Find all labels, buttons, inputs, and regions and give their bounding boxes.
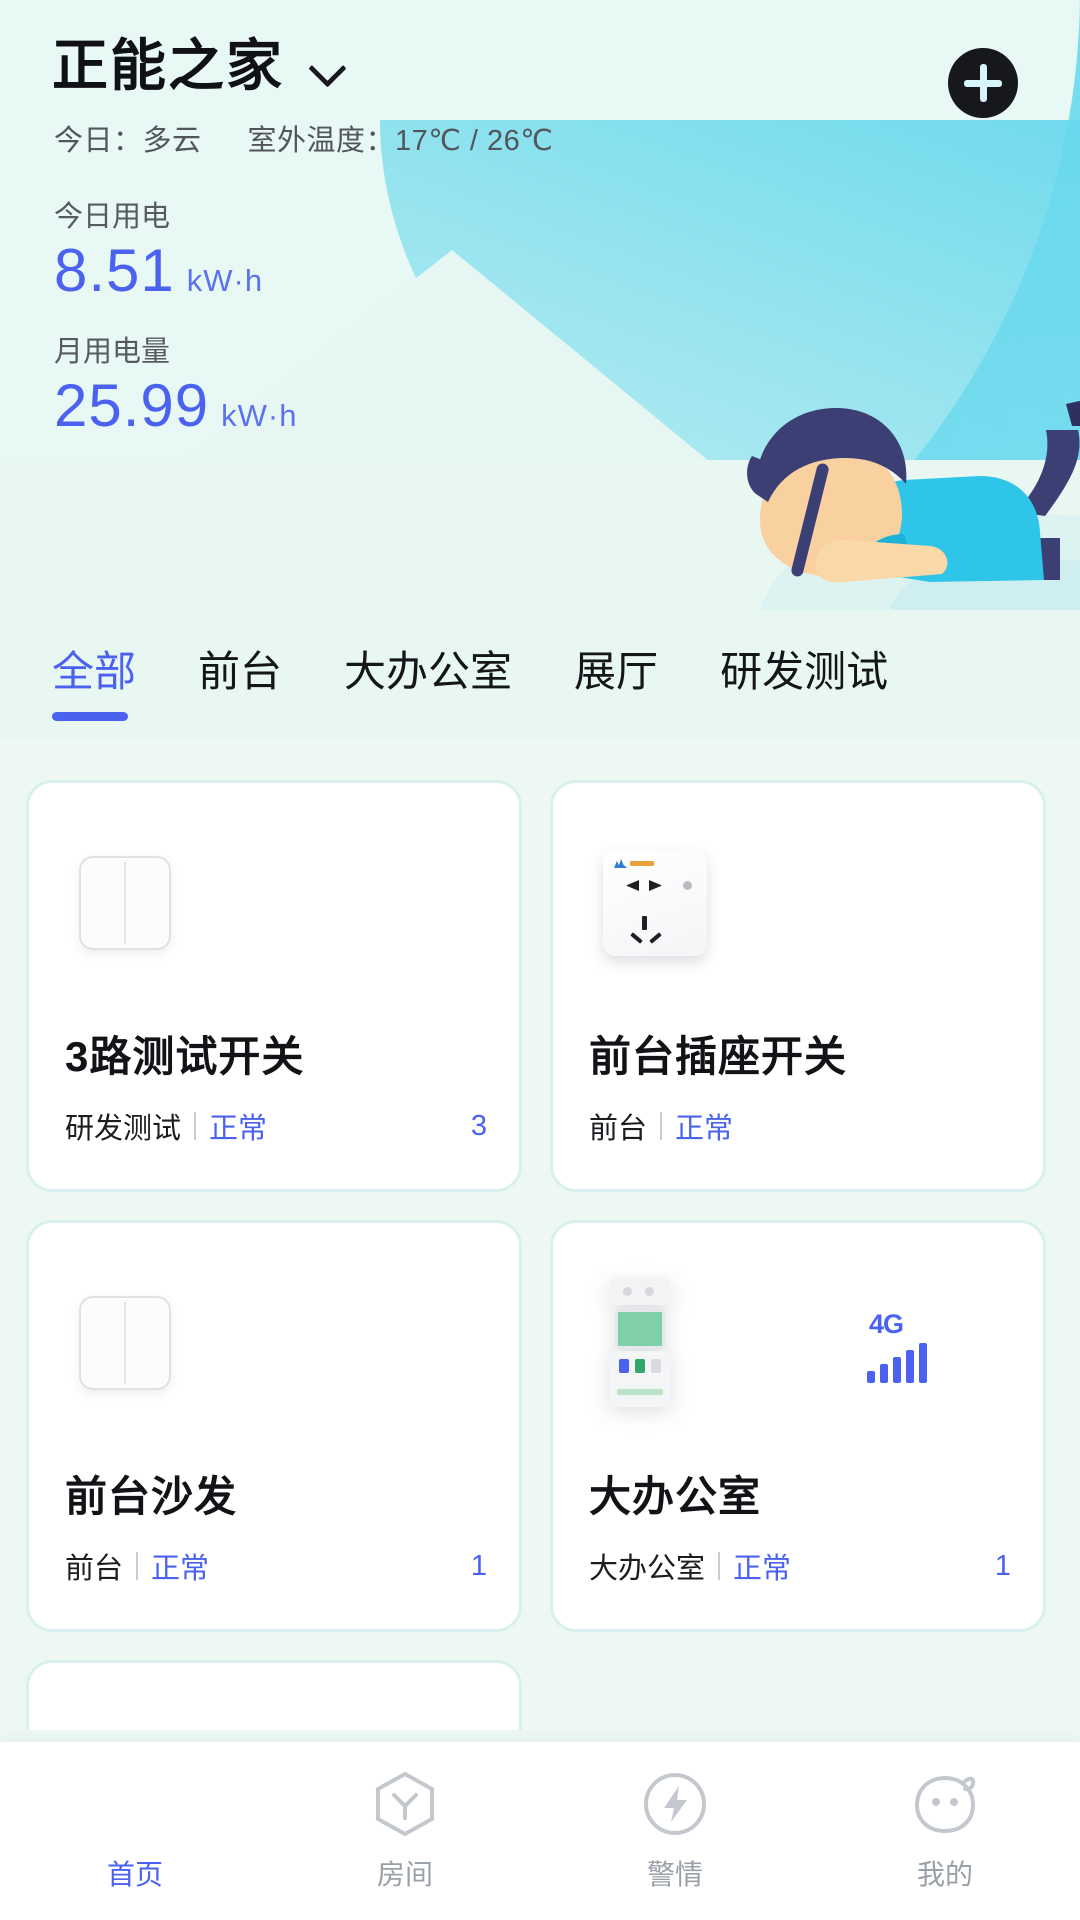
meter-terminal-right — [645, 1287, 654, 1296]
wall-switch-icon — [79, 1296, 171, 1390]
device-icon-area — [61, 1223, 487, 1463]
profile-icon — [910, 1769, 980, 1839]
device-card[interactable]: 前台插座开关 前台 正常 — [550, 780, 1046, 1192]
meter-label-strip — [617, 1389, 663, 1395]
device-list-scroll[interactable]: 3路测试开关 研发测试 正常 3 前台插座开关 前台 正常 前台沙发 前台 正常… — [0, 740, 1080, 1750]
meta-divider — [660, 1112, 663, 1140]
meter-led-3 — [651, 1359, 661, 1373]
month-usage-label: 月用电量 — [54, 336, 171, 368]
tab-front-desk[interactable]: 前台 — [172, 630, 308, 699]
page-title: 正能之家 — [52, 34, 284, 97]
home-title-row[interactable]: 正能之家 — [52, 38, 344, 94]
device-meta-row: 前台 正常 1 — [65, 1545, 487, 1587]
meter-terminal-left — [623, 1287, 632, 1296]
room-tab-bar: 全部 前台 大办公室 展厅 研发测试 — [0, 610, 1080, 740]
socket-brand-logo — [614, 859, 654, 868]
month-usage-block[interactable]: 月用电量 25.99 kW·h — [54, 328, 297, 436]
meter-body — [609, 1351, 671, 1407]
device-name: 大办公室 — [589, 1473, 762, 1520]
profile-glyph — [914, 1775, 976, 1834]
meta-divider — [194, 1112, 197, 1140]
device-icon-area — [61, 783, 487, 1023]
device-status: 正常 — [733, 1553, 792, 1585]
device-name: 前台沙发 — [65, 1473, 238, 1520]
wall-socket-icon — [603, 850, 707, 956]
month-usage-unit: kW·h — [221, 398, 298, 433]
device-count: 3 — [470, 1109, 487, 1142]
signal-bars-icon — [867, 1343, 927, 1383]
smart-meter-icon — [603, 1279, 677, 1407]
socket-hole-slant-left — [630, 932, 643, 944]
socket-hole-slant-right — [649, 932, 662, 944]
socket-hole-right — [649, 880, 662, 891]
alarm-bolt-glyph — [644, 1773, 706, 1835]
bottom-navigation-bar: 首页 房间 警情 我的 — [0, 1742, 1080, 1920]
device-card-partial[interactable] — [26, 1660, 522, 1730]
nav-label-home: 首页 — [106, 1859, 163, 1890]
nav-label-profile: 我的 — [916, 1859, 973, 1890]
weather-row: 今日：多云 室外温度：17℃ / 26℃ — [54, 117, 553, 159]
device-icon-area — [585, 783, 1011, 1023]
person-illustration — [747, 400, 1080, 610]
device-meta-row: 大办公室 正常 1 — [589, 1545, 1011, 1587]
device-count: 1 — [470, 1549, 487, 1582]
weather-condition: 今日：多云 — [54, 125, 202, 157]
home-icon — [100, 1769, 170, 1839]
header-banner: 正能之家 今日：多云 室外温度：17℃ / 26℃ 今日用电 8.51 kW·h… — [0, 0, 1080, 610]
nav-item-rooms[interactable]: 房间 — [270, 1769, 540, 1893]
device-name: 前台插座开关 — [589, 1033, 848, 1080]
home-wave-glyph — [117, 1795, 151, 1815]
nav-item-alarms[interactable]: 警情 — [540, 1769, 810, 1893]
today-usage-unit: kW·h — [186, 263, 264, 298]
device-status: 正常 — [209, 1113, 268, 1145]
room-hex-icon — [370, 1769, 440, 1839]
device-room: 研发测试 — [65, 1113, 182, 1145]
signal-strength-indicator: 4G — [867, 1309, 977, 1383]
brand-mark-icon — [614, 859, 627, 868]
nav-label-rooms: 房间 — [376, 1859, 433, 1890]
tab-rnd-test[interactable]: 研发测试 — [694, 630, 914, 699]
device-meta-row: 研发测试 正常 3 — [65, 1105, 487, 1147]
device-icon-area: 4G — [585, 1223, 1011, 1463]
tab-all[interactable]: 全部 — [26, 630, 162, 721]
app-screen: 正能之家 今日：多云 室外温度：17℃ / 26℃ 今日用电 8.51 kW·h… — [0, 0, 1080, 1920]
device-card[interactable]: 前台沙发 前台 正常 1 — [26, 1220, 522, 1632]
nav-label-alarms: 警情 — [646, 1859, 703, 1890]
alarm-bolt-icon — [640, 1769, 710, 1839]
socket-hole-ground — [642, 916, 647, 930]
device-meta-row: 前台 正常 — [589, 1105, 1011, 1147]
add-device-button[interactable] — [948, 48, 1018, 118]
meter-display — [615, 1309, 665, 1349]
chevron-down-icon[interactable] — [310, 49, 344, 83]
nav-item-home[interactable]: 首页 — [0, 1769, 270, 1893]
meta-divider — [136, 1552, 139, 1580]
device-room: 前台 — [589, 1113, 648, 1145]
device-room: 前台 — [65, 1553, 124, 1585]
device-name: 3路测试开关 — [65, 1033, 305, 1080]
device-room: 大办公室 — [589, 1553, 706, 1585]
nav-item-profile[interactable]: 我的 — [810, 1769, 1080, 1893]
brand-wordmark — [630, 861, 654, 866]
socket-indicator-icon — [683, 881, 692, 890]
meter-led-1 — [619, 1359, 629, 1373]
today-usage-value: 8.51 — [54, 237, 175, 304]
outdoor-temperature: 室外温度：17℃ / 26℃ — [247, 125, 554, 157]
device-status: 正常 — [675, 1113, 734, 1145]
room-hex-glyph — [376, 1771, 434, 1837]
network-type-label: 4G — [869, 1309, 904, 1339]
wall-switch-icon — [79, 856, 171, 950]
meter-led-2 — [635, 1359, 645, 1373]
today-usage-label: 今日用电 — [54, 201, 171, 233]
month-usage-value: 25.99 — [54, 372, 210, 439]
meter-top — [609, 1279, 671, 1305]
tab-showroom[interactable]: 展厅 — [548, 630, 684, 699]
device-card[interactable]: 4G 大办公室 大办公室 正常 1 — [550, 1220, 1046, 1632]
device-count: 1 — [994, 1549, 1011, 1582]
socket-hole-left — [626, 880, 639, 891]
tab-big-office[interactable]: 大办公室 — [318, 630, 538, 699]
device-card[interactable]: 3路测试开关 研发测试 正常 3 — [26, 780, 522, 1192]
today-usage-block[interactable]: 今日用电 8.51 kW·h — [54, 193, 263, 301]
device-status: 正常 — [151, 1553, 210, 1585]
meta-divider — [718, 1552, 721, 1580]
